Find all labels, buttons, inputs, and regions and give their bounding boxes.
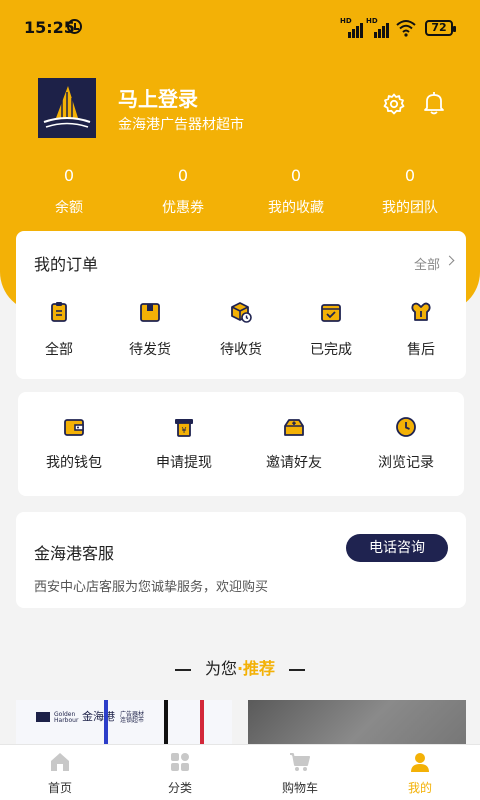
history-label: 浏览记录 [378,455,434,471]
divider-left [174,668,191,671]
withdraw-label: 申请提现 [156,455,212,471]
login-link[interactable]: 马上登录 [118,83,198,112]
order-to-receive-label: 待收货 [220,342,262,358]
tab-category-label: 分类 [167,781,192,795]
tab-cart[interactable]: 购物车 [240,751,360,796]
coupon-label: 优惠券 [162,200,204,216]
recommend-highlight: 推荐 [243,659,276,678]
clipboard-icon [51,302,67,322]
favorites-stat[interactable]: 0 我的收藏 [246,166,346,217]
tab-home-label: 首页 [47,781,72,795]
home-icon [51,753,69,771]
store-logo[interactable] [38,78,96,138]
stripe-blue [104,700,108,744]
product-card[interactable] [248,700,466,744]
all-orders-link[interactable]: 全部 [414,254,440,273]
service-card: 金海港客服 电话咨询 西安中心店客服为您诚挚服务，欢迎购买 [16,512,466,608]
service-description: 西安中心店客服为您诚挚服务，欢迎购买 [34,580,269,595]
wallet-entry[interactable]: 我的钱包 [26,416,122,472]
svg-text:¥: ¥ [181,426,186,435]
brand-tagline: 广告器材 连锁超市 [120,711,145,724]
wallet-icon [64,419,84,436]
status-bar: 15:25 HD HD 72 [0,0,480,52]
box-icon [140,303,160,322]
store-name: 金海港广告器材超市 [118,117,244,133]
package-clock-icon [231,302,252,323]
recommend-prefix: 为您 [204,659,237,678]
orders-card: 我的订单 全部 全部 待发货 待收货 已完成 售后 [16,231,466,379]
tab-cart-label: 购物车 [281,781,318,795]
orders-title: 我的订单 [34,255,99,274]
wallet-label: 我的钱包 [46,455,102,471]
bottom-tab-bar: 首页 分类 购物车 我的 [0,744,480,800]
invite-entry[interactable]: 邀请好友 [246,416,342,472]
order-after-sales[interactable]: 售后 [376,301,466,359]
team-value: 0 [404,166,416,185]
service-title: 金海港客服 [34,544,115,563]
order-all-label: 全部 [45,342,73,358]
invite-label: 邀请好友 [266,455,322,471]
user-icon [411,753,429,772]
cash-withdraw-icon: ¥ [175,419,193,437]
wrench-icon [411,302,431,321]
chevron-right-icon[interactable] [444,255,455,266]
coupon-value: 0 [177,166,189,185]
order-completed[interactable]: 已完成 [286,301,376,359]
phone-consult-button[interactable]: 电话咨询 [346,534,448,562]
balance-value: 0 [63,166,75,185]
order-all[interactable]: 全部 [14,301,104,359]
brand-cn: 金海港 [82,710,115,723]
alarm-icon [67,19,82,34]
stripe-black [164,700,168,744]
clock-icon [396,417,416,437]
team-label: 我的团队 [382,200,438,216]
tab-category[interactable]: 分类 [120,751,240,796]
category-icon [171,753,189,771]
tab-mine-label: 我的 [407,781,432,795]
order-to-ship[interactable]: 待发货 [105,301,195,359]
order-to-receive[interactable]: 待收货 [196,301,286,359]
recommend-heading: 为您·推荐 [0,655,480,679]
battery-icon: 72 [425,20,456,36]
tools-card: 我的钱包 ¥ 申请提现 邀请好友 浏览记录 [18,392,464,496]
coupon-stat[interactable]: 0 优惠券 [133,166,233,217]
invite-box-icon [284,419,304,436]
gear-icon[interactable] [383,93,405,115]
product-card[interactable]: Golden Harbour 金海港 广告器材 连锁超市 [16,700,232,744]
history-entry[interactable]: 浏览记录 [358,416,454,472]
balance-label: 余额 [55,200,83,216]
order-to-ship-label: 待发货 [129,342,171,358]
team-stat[interactable]: 0 我的团队 [360,166,460,217]
balance-stat[interactable]: 0 余额 [19,166,119,217]
divider-right [289,668,306,671]
wifi-icon [396,20,416,37]
stripe-red [200,700,204,744]
calendar-check-icon [321,304,341,322]
tab-home[interactable]: 首页 [0,751,120,796]
cart-icon [290,753,310,771]
brand-en: Golden Harbour [54,711,79,724]
withdraw-entry[interactable]: ¥ 申请提现 [136,416,232,472]
signal-icon: HD [366,17,392,38]
order-after-sales-label: 售后 [407,342,435,358]
favorites-label: 我的收藏 [268,200,324,216]
order-completed-label: 已完成 [310,342,352,358]
favorites-value: 0 [290,166,302,185]
brand-logo-icon [36,712,50,722]
bell-icon[interactable] [423,91,445,115]
signal-icon: HD [340,17,366,38]
tab-mine[interactable]: 我的 [360,751,480,796]
